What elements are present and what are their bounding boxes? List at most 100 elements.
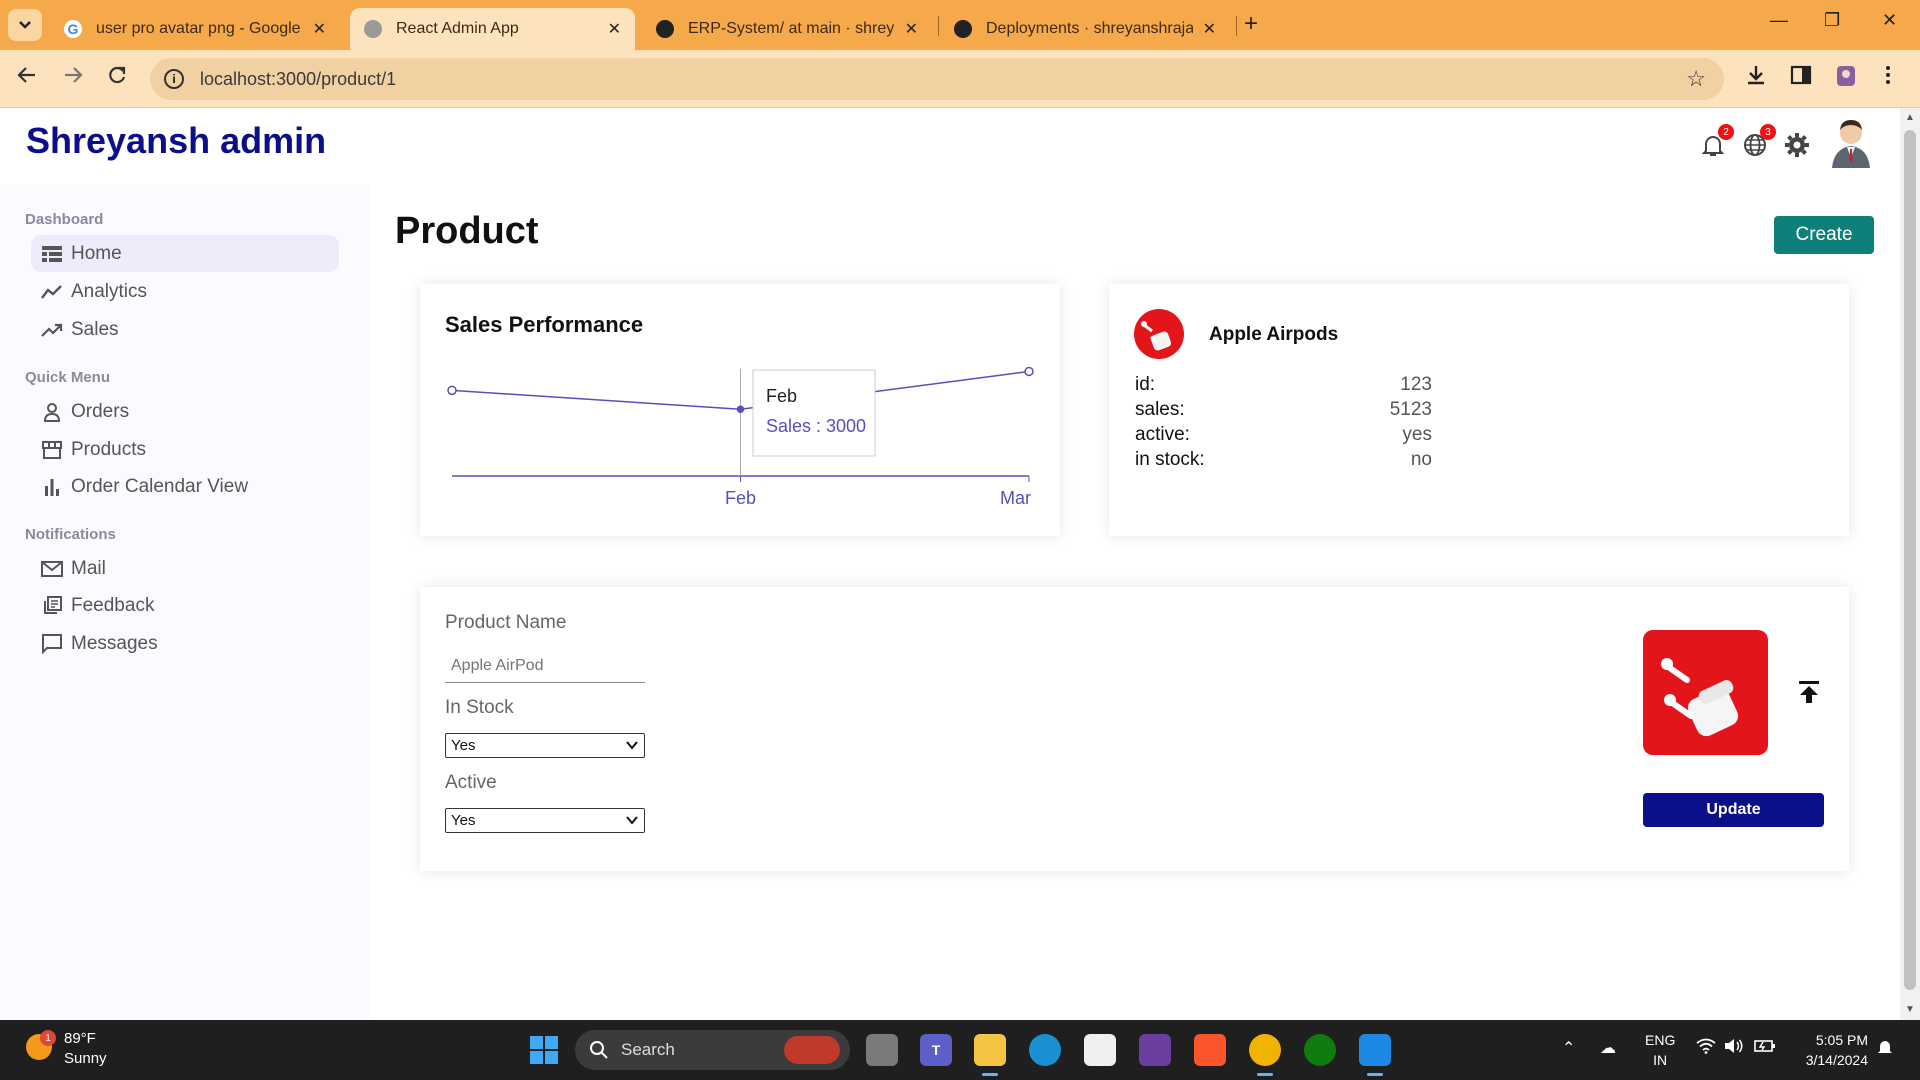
scrollbar-thumb[interactable]	[1904, 130, 1916, 990]
task-view-icon[interactable]	[866, 1034, 898, 1066]
tab-divider	[938, 16, 939, 36]
taskbar-search[interactable]: Search	[575, 1030, 850, 1070]
chevron-down-icon	[626, 812, 638, 828]
address-bar[interactable]: i localhost:3000/product/1 ☆	[150, 58, 1724, 100]
file-explorer-icon[interactable]	[974, 1034, 1006, 1076]
data-point-jan[interactable]	[447, 385, 457, 396]
page-scrollbar[interactable]: ▲ ▼	[1900, 108, 1920, 1020]
new-tab-button[interactable]: +	[1244, 10, 1258, 38]
battery-icon[interactable]	[1754, 1038, 1776, 1059]
close-tab-icon[interactable]: ✕	[905, 19, 918, 39]
sidebar-item-label: Sales	[71, 318, 119, 340]
tray-overflow-icon[interactable]: ⌃	[1562, 1038, 1575, 1058]
tab-search-button[interactable]	[8, 9, 42, 41]
language-indicator[interactable]: ENG IN	[1645, 1030, 1675, 1070]
sidebar-item-messages[interactable]: Messages	[31, 625, 339, 662]
browser-tab-react-admin[interactable]: React Admin App ✕	[350, 8, 635, 50]
sidebar-item-feedback[interactable]: Feedback	[31, 587, 339, 624]
weather-temperature[interactable]: 89°F	[64, 1030, 96, 1047]
sidebar-item-products[interactable]: Products	[31, 431, 339, 468]
language-button[interactable]: 3	[1740, 124, 1776, 160]
globe-icon	[364, 20, 382, 38]
browser-tab-google[interactable]: G user pro avatar png - Google S ✕	[50, 8, 340, 50]
restore-button[interactable]: ❐	[1824, 10, 1840, 31]
profile-avatar-icon[interactable]	[1834, 64, 1858, 94]
onedrive-icon[interactable]: ☁	[1600, 1038, 1616, 1058]
product-name: Apple Airpods	[1209, 324, 1339, 345]
sidebar-section-title: Dashboard	[25, 211, 104, 228]
active-select[interactable]: Yes	[445, 808, 645, 833]
download-icon[interactable]	[1745, 64, 1767, 92]
in-stock-select[interactable]: Yes	[445, 733, 645, 758]
close-tab-icon[interactable]: ✕	[1203, 19, 1216, 39]
close-tab-icon[interactable]: ✕	[313, 19, 326, 39]
x-tick-label: Mar	[1000, 488, 1031, 508]
arrow-left-icon	[17, 67, 35, 83]
sidebar-item-home[interactable]: Home	[31, 235, 339, 272]
product-name-input[interactable]	[445, 649, 645, 683]
back-button[interactable]	[16, 64, 38, 92]
teams-icon[interactable]: T	[920, 1034, 952, 1066]
sidebar-item-label: Home	[71, 242, 122, 264]
browser-tab-erp-github[interactable]: ERP-System/ at main · shreyans ✕	[642, 8, 932, 50]
sidebar-item-order-calendar-view[interactable]: Order Calendar View	[31, 468, 339, 505]
notifications-button[interactable]: 2	[1698, 124, 1734, 160]
proton-vpn-icon[interactable]	[1139, 1034, 1171, 1066]
feedback-icon	[41, 595, 63, 617]
sidebar-item-label: Feedback	[71, 594, 155, 616]
info-id-label: id:	[1135, 374, 1156, 395]
app-logo[interactable]: Shreyansh admin	[26, 120, 326, 162]
site-info-icon[interactable]: i	[164, 69, 184, 89]
notification-center-icon[interactable]	[1876, 1038, 1894, 1061]
browser-tab-deployments[interactable]: Deployments · shreyanshrajak/E ✕	[940, 8, 1230, 50]
product-name-label: Product Name	[445, 612, 567, 633]
in-stock-value: Yes	[451, 737, 476, 754]
edge-icon[interactable]	[1029, 1034, 1061, 1066]
info-stock-value: no	[1410, 449, 1432, 470]
vscode-icon[interactable]	[1359, 1034, 1391, 1076]
github-icon	[954, 20, 972, 38]
create-button[interactable]: Create	[1774, 216, 1874, 254]
sidebar-item-analytics[interactable]: Analytics	[31, 273, 339, 310]
brave-icon[interactable]	[1194, 1034, 1226, 1066]
side-panel-icon[interactable]	[1790, 64, 1812, 92]
update-button[interactable]: Update	[1643, 793, 1824, 827]
chrome-icon[interactable]	[1249, 1034, 1281, 1076]
menu-kebab-icon[interactable]	[1884, 64, 1892, 92]
user-avatar[interactable]	[1828, 116, 1874, 168]
mail-icon	[41, 558, 63, 580]
product-edit-form: Product Name In Stock Yes Active Yes Upd…	[420, 587, 1849, 871]
github-icon	[656, 20, 674, 38]
reload-button[interactable]	[106, 64, 128, 92]
system-clock[interactable]: 5:05 PM 3/14/2024	[1788, 1030, 1868, 1070]
scroll-up-icon[interactable]: ▲	[1905, 112, 1915, 123]
data-point-feb[interactable]	[736, 405, 745, 414]
close-window-button[interactable]: ✕	[1882, 10, 1897, 31]
upload-icon[interactable]	[1796, 679, 1826, 709]
sales-performance-card: Sales Performance Feb Mar Feb Sales : 300…	[420, 284, 1060, 536]
page-title: Product	[395, 210, 539, 252]
scroll-down-icon[interactable]: ▼	[1905, 1004, 1915, 1015]
sidebar-item-label: Orders	[71, 400, 130, 422]
windows-start-icon[interactable]	[528, 1034, 560, 1066]
tooltip-label: Feb	[766, 386, 797, 406]
store-icon[interactable]	[1084, 1034, 1116, 1066]
volume-icon[interactable]	[1724, 1038, 1744, 1059]
wifi-icon[interactable]	[1696, 1038, 1716, 1059]
timeline-icon	[41, 281, 63, 303]
close-tab-icon[interactable]: ✕	[608, 19, 621, 39]
sales-line-chart[interactable]: Feb Mar Feb Sales : 3000	[420, 284, 1060, 536]
sidebar-item-sales[interactable]: Sales	[31, 311, 339, 348]
notification-badge: 2	[1718, 124, 1734, 140]
minimize-button[interactable]: —	[1770, 10, 1788, 31]
sidebar-item-orders[interactable]: Orders	[31, 393, 339, 430]
sidebar-item-label: Analytics	[71, 280, 148, 302]
bookmark-star-icon[interactable]: ☆	[1686, 66, 1706, 92]
url-text[interactable]: localhost:3000/product/1	[200, 69, 396, 90]
settings-button[interactable]	[1782, 130, 1812, 160]
weather-condition[interactable]: Sunny	[64, 1050, 107, 1067]
sidebar-item-mail[interactable]: Mail	[31, 550, 339, 587]
xbox-icon[interactable]	[1304, 1034, 1336, 1066]
data-point-mar[interactable]	[1024, 366, 1034, 377]
forward-button[interactable]	[62, 64, 84, 92]
